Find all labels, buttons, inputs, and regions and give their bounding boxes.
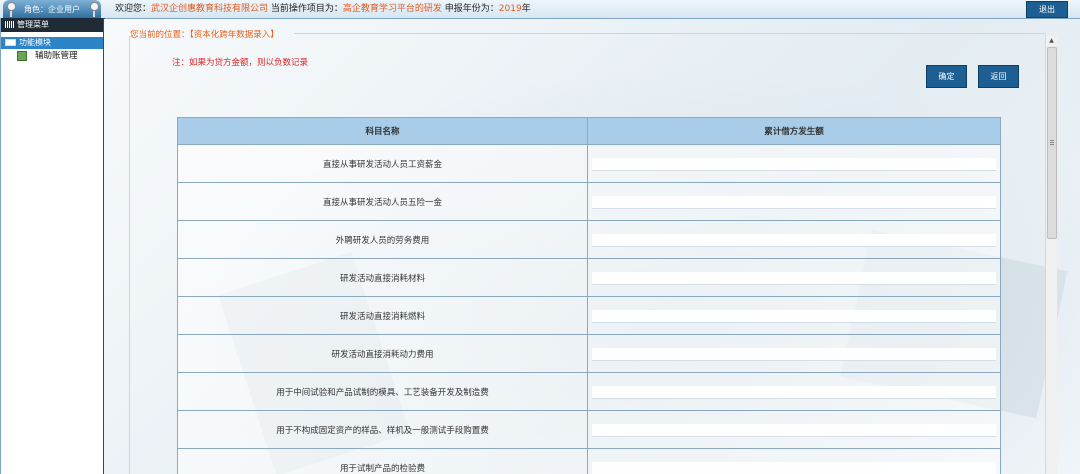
subject-name: 直接从事研发活动人员五险一金 — [177, 182, 588, 221]
welcome-prefix: 欢迎您： — [115, 4, 152, 14]
module-icon — [5, 39, 16, 46]
year-suffix: 年 — [521, 4, 531, 14]
column-header-subject: 科目名称 — [177, 117, 588, 145]
subject-name: 直接从事研发活动人员工资薪金 — [177, 144, 588, 183]
year-value: 2019 — [498, 4, 522, 14]
vertical-scrollbar[interactable]: ▲ — [1045, 36, 1057, 474]
subject-name: 研发活动直接消耗动力费用 — [177, 334, 588, 373]
top-header: 角色：企业用户 欢迎您：武汉企创惠教育科技有限公司 当前操作项目为：高企教育学习… — [0, 0, 1080, 19]
module-title: 功能模块 — [19, 38, 51, 47]
sidebar-item-label: 辅助账管理 — [35, 51, 78, 61]
subject-name: 研发活动直接消耗燃料 — [177, 296, 588, 335]
table-row: 研发活动直接消耗动力费用 — [177, 334, 1001, 373]
subject-name: 用于中间试验和产品试制的模具、工艺装备开发及制造费 — [177, 372, 588, 411]
project-prefix: 当前操作项目为： — [268, 4, 343, 14]
year-prefix: 申报年份为： — [441, 4, 499, 14]
subject-name: 研发活动直接消耗材料 — [177, 258, 588, 297]
menu-header: 管理菜单 — [1, 18, 103, 32]
menu-title: 管理菜单 — [17, 20, 49, 29]
debit-amount-input[interactable] — [592, 461, 996, 474]
debit-cell — [587, 144, 1001, 183]
debit-cell — [587, 220, 1001, 259]
debit-cell — [587, 448, 1001, 474]
table-header-row: 科目名称 累计借方发生额 — [177, 117, 1001, 145]
debit-amount-input[interactable] — [592, 347, 996, 360]
column-header-debit: 累计借方发生额 — [587, 117, 1001, 145]
debit-cell — [587, 334, 1001, 373]
debit-cell — [587, 372, 1001, 411]
debit-cell — [587, 182, 1001, 221]
debit-amount-input[interactable] — [592, 233, 996, 246]
debit-amount-input[interactable] — [592, 157, 996, 170]
debit-cell — [587, 296, 1001, 335]
table-row: 用于中间试验和产品试制的模具、工艺装备开发及制造费 — [177, 372, 1001, 411]
table-row: 研发活动直接消耗材料 — [177, 258, 1001, 297]
grip-icon — [1050, 140, 1054, 146]
subject-name: 用于不构成固定资产的样品、样机及一般测试手段购置费 — [177, 410, 588, 449]
project-name: 高企教育学习平台的研发 — [342, 4, 442, 14]
debit-amount-input[interactable] — [592, 195, 996, 208]
sidebar: 管理菜单 功能模块 辅助账管理 — [0, 18, 105, 474]
pin-icon — [90, 2, 99, 17]
divider — [294, 33, 1046, 34]
table-row: 用于试制产品的检验费 — [177, 448, 1001, 474]
confirm-button[interactable]: 确定 — [926, 65, 967, 88]
welcome-message: 欢迎您：武汉企创惠教育科技有限公司 当前操作项目为：高企教育学习平台的研发 申报… — [115, 0, 531, 18]
table-row: 研发活动直接消耗燃料 — [177, 296, 1001, 335]
data-entry-table: 科目名称 累计借方发生额 直接从事研发活动人员工资薪金 直接从事研发活动人员五险… — [177, 117, 1001, 474]
debit-cell — [587, 258, 1001, 297]
exit-button[interactable]: 退出 — [1026, 1, 1068, 18]
table-row: 外聘研发人员的劳务费用 — [177, 220, 1001, 259]
back-button[interactable]: 返回 — [978, 65, 1019, 88]
sidebar-item-assist-account[interactable]: 辅助账管理 — [1, 49, 103, 63]
subject-name: 用于试制产品的检验费 — [177, 448, 588, 474]
debit-cell — [587, 410, 1001, 449]
menu-icon — [5, 21, 14, 28]
main-content: 您当前的位置：【资本化跨年数据录入】 注：如果为贷方金额，则以负数记录 确定 返… — [104, 19, 1080, 474]
document-icon — [17, 50, 27, 61]
subject-name: 外聘研发人员的劳务费用 — [177, 220, 588, 259]
role-tab: 角色：企业用户 — [3, 0, 101, 18]
debit-amount-input[interactable] — [592, 385, 996, 398]
module-header[interactable]: 功能模块 — [1, 37, 103, 49]
scrollbar-thumb[interactable] — [1047, 47, 1057, 239]
debit-amount-input[interactable] — [592, 309, 996, 322]
debit-amount-input[interactable] — [592, 271, 996, 284]
debit-amount-input[interactable] — [592, 423, 996, 436]
table-row: 用于不构成固定资产的样品、样机及一般测试手段购置费 — [177, 410, 1001, 449]
scroll-up-arrow-icon[interactable]: ▲ — [1046, 36, 1057, 46]
role-label: 角色：企业用户 — [24, 5, 80, 14]
table-row: 直接从事研发活动人员五险一金 — [177, 182, 1001, 221]
company-name: 武汉企创惠教育科技有限公司 — [151, 4, 269, 14]
pin-icon — [7, 2, 16, 17]
table-row: 直接从事研发活动人员工资薪金 — [177, 144, 1001, 183]
notice-text: 注：如果为贷方金额，则以负数记录 — [172, 58, 309, 68]
